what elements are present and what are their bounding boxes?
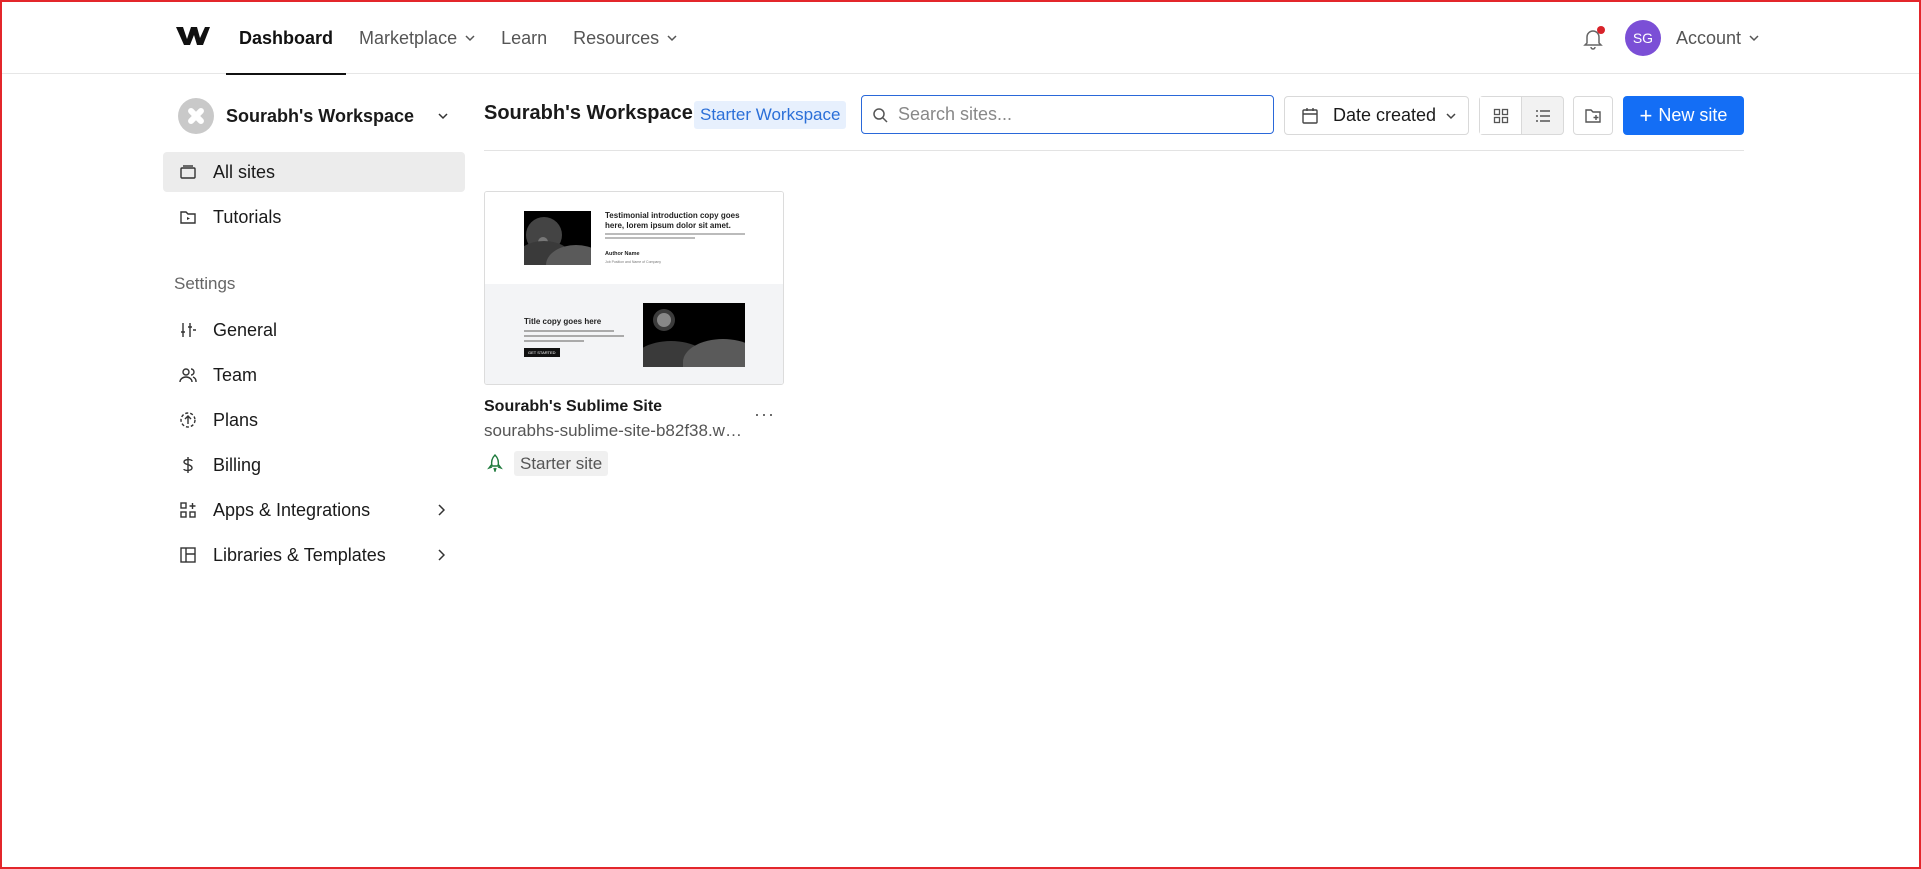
search-input[interactable] bbox=[896, 103, 1256, 126]
nav-learn[interactable]: Learn bbox=[488, 2, 560, 74]
avatar[interactable]: SG bbox=[1624, 20, 1661, 56]
sidebar-item-label: Tutorials bbox=[213, 206, 282, 227]
thumbnail-text-line bbox=[605, 237, 695, 239]
thumbnail-author-role: Job Position and Name of Company bbox=[605, 260, 662, 264]
rocket-icon bbox=[487, 454, 503, 472]
sort-dropdown[interactable]: Date created bbox=[1284, 96, 1469, 135]
nav-marketplace[interactable]: Marketplace bbox=[346, 2, 488, 74]
workspace-plan-badge[interactable]: Starter Workspace bbox=[694, 101, 847, 129]
grid-view-button[interactable] bbox=[1480, 97, 1522, 134]
sidebar-item-billing[interactable]: Billing bbox=[163, 445, 465, 485]
search-box[interactable] bbox=[861, 95, 1274, 134]
sites-icon bbox=[180, 165, 196, 179]
thumbnail-image-icon bbox=[524, 211, 591, 265]
sidebar-item-libraries-templates[interactable]: Libraries & Templates bbox=[163, 535, 465, 575]
settings-section-label: Settings bbox=[174, 274, 236, 293]
list-view-button[interactable] bbox=[1522, 97, 1563, 134]
nav-learn-label: Learn bbox=[501, 27, 548, 48]
thumbnail-feature-section: Title copy goes here GET STARTED bbox=[485, 284, 783, 384]
tutorials-icon bbox=[180, 211, 196, 224]
thumbnail-author-name: Author Name bbox=[605, 251, 640, 257]
thumbnail-cta-button: GET STARTED bbox=[524, 348, 560, 357]
thumbnail-text-line bbox=[605, 233, 745, 235]
team-icon bbox=[179, 368, 197, 383]
plans-icon bbox=[180, 412, 196, 428]
thumbnail-testimonial-section: Testimonial introduction copy goes here,… bbox=[485, 192, 783, 284]
nav-dashboard-label: Dashboard bbox=[239, 27, 334, 48]
thumbnail-text-line bbox=[524, 330, 614, 332]
folder-plus-icon bbox=[1585, 108, 1601, 123]
chevron-down-icon bbox=[1446, 112, 1456, 119]
sidebar-item-plans[interactable]: Plans bbox=[163, 400, 465, 440]
sidebar-item-label: Team bbox=[213, 364, 258, 385]
chevron-down-icon bbox=[465, 35, 475, 42]
calendar-icon bbox=[1302, 107, 1318, 124]
thumbnail-text-line bbox=[524, 335, 624, 337]
sidebar-item-general[interactable]: General bbox=[163, 310, 465, 350]
nav-dashboard[interactable]: Dashboard bbox=[226, 2, 347, 75]
sidebar-item-label: General bbox=[213, 319, 278, 340]
nav-resources[interactable]: Resources bbox=[560, 2, 690, 74]
chevron-down-icon bbox=[667, 35, 677, 42]
thumbnail-text-line bbox=[524, 340, 584, 342]
site-thumbnail[interactable]: Testimonial introduction copy goes here,… bbox=[484, 191, 784, 385]
site-more-options-icon[interactable]: ··· bbox=[754, 404, 775, 425]
chevron-down-icon bbox=[1749, 35, 1759, 42]
sidebar-item-apps-integrations[interactable]: Apps & Integrations bbox=[163, 490, 465, 530]
thumbnail-testimonial-text: Testimonial introduction copy goes here,… bbox=[605, 211, 740, 230]
sidebar-item-label: Billing bbox=[213, 454, 262, 475]
sidebar-item-label: All sites bbox=[213, 161, 276, 182]
nav-resources-label: Resources bbox=[573, 27, 660, 48]
apps-icon bbox=[180, 502, 196, 518]
sidebar-item-team[interactable]: Team bbox=[163, 355, 465, 395]
workspace-name: Sourabh's Workspace bbox=[226, 105, 415, 126]
notification-dot bbox=[1596, 26, 1605, 34]
workspace-switcher[interactable]: Sourabh's Workspace bbox=[178, 97, 458, 135]
sidebar-item-label: Libraries & Templates bbox=[213, 544, 386, 565]
list-icon bbox=[1535, 109, 1550, 122]
plus-icon: + bbox=[1639, 102, 1653, 128]
chevron-right-icon bbox=[438, 549, 445, 561]
dollar-icon bbox=[183, 457, 193, 473]
new-site-button[interactable]: + New site bbox=[1623, 96, 1744, 135]
main-nav: Dashboard Marketplace Learn Resources bbox=[226, 2, 690, 75]
sort-label: Date created bbox=[1333, 105, 1437, 125]
view-toggle bbox=[1479, 96, 1564, 135]
header-divider bbox=[484, 150, 1744, 151]
site-name[interactable]: Sourabh's Sublime Site bbox=[484, 398, 662, 416]
workspace-logo-icon bbox=[178, 98, 214, 134]
grid-icon bbox=[1493, 108, 1508, 123]
sidebar-item-label: Apps & Integrations bbox=[213, 499, 371, 520]
top-navigation-bar: Dashboard Marketplace Learn Resources SG… bbox=[2, 2, 1919, 75]
sidebar-item-all-sites[interactable]: All sites bbox=[163, 152, 465, 192]
nav-marketplace-label: Marketplace bbox=[359, 27, 458, 48]
sliders-icon bbox=[181, 323, 196, 337]
account-label: Account bbox=[1675, 27, 1741, 48]
chevron-down-icon bbox=[438, 113, 448, 120]
libraries-icon bbox=[180, 547, 196, 563]
starter-site-badge: Starter site bbox=[514, 451, 609, 476]
site-url[interactable]: sourabhs-sublime-site-b82f38.webflow.io bbox=[484, 421, 744, 441]
sidebar-item-tutorials[interactable]: Tutorials bbox=[163, 197, 465, 237]
thumbnail-section-title: Title copy goes here bbox=[524, 317, 602, 326]
webflow-logo-icon[interactable] bbox=[176, 24, 210, 48]
new-site-label: New site bbox=[1658, 105, 1728, 125]
page-title: Sourabh's Workspace bbox=[484, 102, 693, 124]
nav-right-group: SG Account bbox=[1581, 2, 1759, 74]
sidebar-item-label: Plans bbox=[213, 409, 259, 430]
chevron-right-icon bbox=[438, 504, 445, 516]
new-folder-button[interactable] bbox=[1573, 96, 1613, 135]
search-icon bbox=[873, 107, 888, 123]
account-menu[interactable]: Account bbox=[1676, 28, 1759, 49]
notifications-button[interactable] bbox=[1581, 26, 1605, 50]
thumbnail-image-icon bbox=[643, 303, 745, 367]
